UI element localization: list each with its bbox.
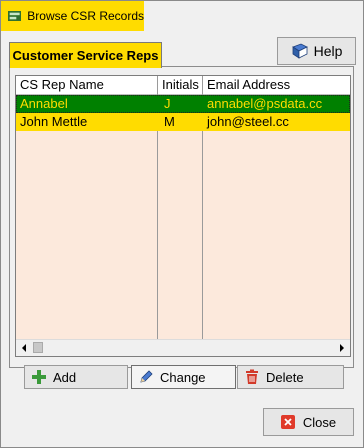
book-icon [291,43,308,59]
change-label: Change [160,369,206,385]
pencil-icon [140,370,153,383]
list-header: CS Rep Name Initials Email Address [16,76,350,95]
close-button[interactable]: Close [263,408,354,436]
app-icon [8,11,22,21]
plus-icon [32,370,46,384]
cell-initials: M [164,114,175,129]
scroll-left-arrow[interactable] [16,340,32,356]
scroll-right-arrow[interactable] [334,340,350,356]
cell-email: annabel@psdata.cc [207,96,323,111]
close-label: Close [302,414,337,430]
browse-csr-window: Browse CSR Records Customer Service Reps… [0,0,364,448]
tab-label: Customer Service Reps [12,48,159,63]
scroll-thumb[interactable] [33,342,43,353]
delete-label: Delete [266,369,304,385]
delete-button[interactable]: Delete [237,365,344,389]
add-label: Add [53,369,77,385]
horizontal-scrollbar[interactable] [16,339,350,356]
close-icon [280,415,295,429]
add-button[interactable]: Add [24,365,128,389]
cell-initials: J [164,96,171,111]
column-header-email[interactable]: Email Address [203,76,350,94]
change-button[interactable]: Change [131,365,236,389]
trash-icon [246,369,258,384]
cell-name: Annabel [20,96,68,111]
chevron-left-icon [22,344,26,352]
column-header-initials[interactable]: Initials [158,76,203,94]
help-button[interactable]: Help [277,37,356,65]
cell-name: John Mettle [20,114,88,129]
table-row[interactable]: Annabel J annabel@psdata.cc [16,95,350,113]
column-header-name[interactable]: CS Rep Name [16,76,158,94]
chevron-right-icon [340,344,344,352]
tab-customer-service-reps[interactable]: Customer Service Reps [9,42,162,68]
table-row[interactable]: John Mettle M john@steel.cc [16,113,350,131]
csr-list[interactable]: CS Rep Name Initials Email Address Annab… [15,75,351,357]
cell-email: john@steel.cc [207,114,289,129]
title-bar[interactable]: Browse CSR Records [1,1,144,31]
window-title: Browse CSR Records [27,9,144,23]
help-label: Help [313,43,343,59]
